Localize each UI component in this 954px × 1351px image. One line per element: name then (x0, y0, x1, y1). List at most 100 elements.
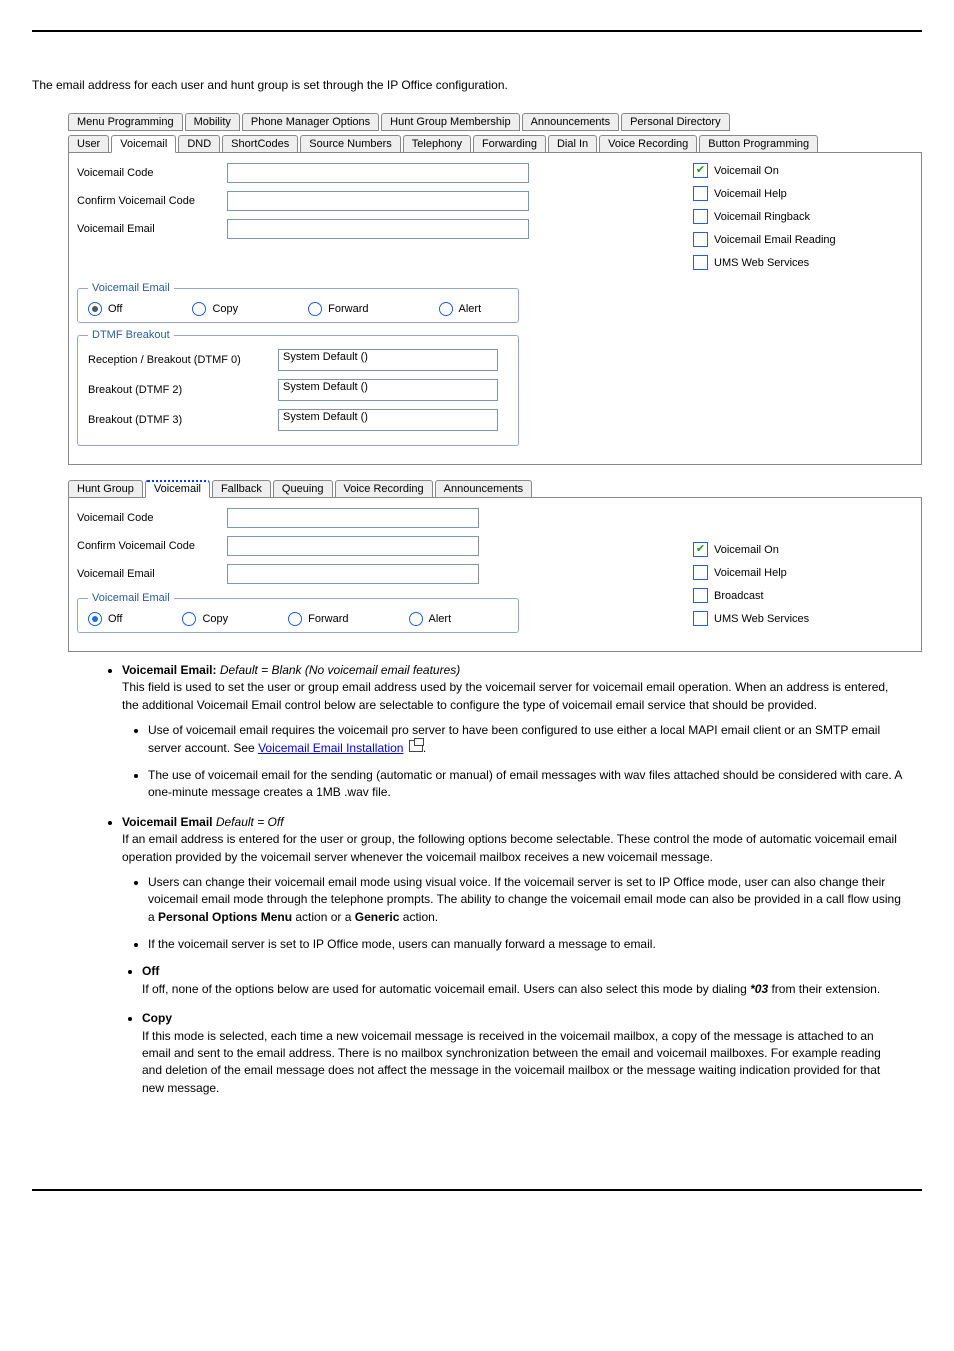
tab-mobility[interactable]: Mobility (185, 113, 240, 131)
dtmf-label: Breakout (DTMF 3) (88, 414, 278, 426)
tab-voice-recording[interactable]: Voice Recording (335, 480, 433, 498)
user-checkbox-ums-web-services[interactable] (693, 255, 708, 270)
user-checkbox-label: UMS Web Services (714, 257, 809, 269)
tab-source-numbers[interactable]: Source Numbers (300, 135, 401, 153)
tab-telephony[interactable]: Telephony (403, 135, 471, 153)
user-checkbox-label: Voicemail On (714, 165, 779, 177)
hg-voicemail-code-label: Voicemail Code (77, 512, 227, 524)
hg-checkbox-label: Broadcast (714, 590, 764, 602)
ve2-title: Voicemail Email (122, 815, 213, 829)
hg-radio-copy[interactable] (182, 612, 196, 626)
user-checkbox-label: Voicemail Ringback (714, 211, 810, 223)
hg-confirm-voicemail-code-input[interactable] (227, 536, 479, 556)
dtmf-select[interactable]: System Default () (278, 379, 498, 401)
tab-voice-recording[interactable]: Voice Recording (599, 135, 697, 153)
user-radio-alert[interactable] (439, 302, 453, 316)
voicemail-code-label: Voicemail Code (77, 167, 227, 179)
ve2-default: Default = Off (216, 815, 284, 829)
hg-radio-label: Alert (429, 613, 452, 625)
user-checkbox-label: Voicemail Help (714, 188, 787, 200)
tab-voicemail[interactable]: Voicemail (145, 480, 210, 498)
user-checkbox-voicemail-email-reading[interactable] (693, 232, 708, 247)
user-checkbox-label: Voicemail Email Reading (714, 234, 836, 246)
user-radio-label: Off (108, 303, 122, 315)
hg-confirm-voicemail-code-label: Confirm Voicemail Code (77, 540, 227, 552)
ve-sub2: The use of voicemail email for the sendi… (148, 767, 902, 802)
huntgroup-panel: Hunt GroupVoicemailFallbackQueuingVoice … (68, 475, 922, 652)
user-radio-off[interactable] (88, 302, 102, 316)
tab-hunt-group-membership[interactable]: Hunt Group Membership (381, 113, 519, 131)
intro-text: The email address for each user and hunt… (32, 76, 922, 94)
tab-hunt-group[interactable]: Hunt Group (68, 480, 143, 498)
ve-para: This field is used to set the user or gr… (122, 680, 888, 711)
hg-radio-forward[interactable] (288, 612, 302, 626)
tab-user[interactable]: User (68, 135, 109, 153)
tab-voicemail[interactable]: Voicemail (111, 135, 176, 153)
voicemail-email-installation-link[interactable]: Voicemail Email Installation (258, 741, 403, 755)
hg-voicemail-email-group-title: Voicemail Email (88, 592, 174, 604)
user-radio-forward[interactable] (308, 302, 322, 316)
ve2-para: If an email address is entered for the u… (122, 832, 897, 863)
voicemail-email-input[interactable] (227, 219, 529, 239)
dtmf-select[interactable]: System Default () (278, 409, 498, 431)
ve-default: Default = Blank (No voicemail email feat… (220, 663, 460, 677)
bottom-rule (32, 1189, 922, 1191)
external-link-icon (409, 740, 423, 752)
hg-checkbox-voicemail-help[interactable] (693, 565, 708, 580)
tab-shortcodes[interactable]: ShortCodes (222, 135, 298, 153)
voicemail-email-group-title: Voicemail Email (88, 282, 174, 294)
user-panel: Menu ProgrammingMobilityPhone Manager Op… (68, 108, 922, 465)
user-checkbox-voicemail-ringback[interactable] (693, 209, 708, 224)
tab-announcements[interactable]: Announcements (435, 480, 533, 498)
tab-menu-programming[interactable]: Menu Programming (68, 113, 183, 131)
hg-checkbox-voicemail-on[interactable]: ✔ (693, 542, 708, 557)
top-rule (32, 30, 922, 32)
hg-voicemail-email-input[interactable] (227, 564, 479, 584)
user-checkbox-voicemail-help[interactable] (693, 186, 708, 201)
confirm-voicemail-code-label: Confirm Voicemail Code (77, 195, 227, 207)
hg-voicemail-code-input[interactable] (227, 508, 479, 528)
tab-phone-manager-options[interactable]: Phone Manager Options (242, 113, 379, 131)
hg-radio-off[interactable] (88, 612, 102, 626)
voicemail-email-label: Voicemail Email (77, 223, 227, 235)
hg-checkbox-label: Voicemail Help (714, 567, 787, 579)
ve2-sub2: If the voicemail server is set to IP Off… (148, 936, 902, 953)
hg-radio-label: Off (108, 613, 122, 625)
user-checkbox-voicemail-on[interactable]: ✔ (693, 163, 708, 178)
hg-checkbox-broadcast[interactable] (693, 588, 708, 603)
documentation: Voicemail Email: Default = Blank (No voi… (102, 662, 902, 1097)
ve2-sub1b: Personal Options Menu (158, 910, 292, 924)
voicemail-code-input[interactable] (227, 163, 529, 183)
off-title: Off (142, 964, 159, 978)
tab-queuing[interactable]: Queuing (273, 480, 333, 498)
tab-dial-in[interactable]: Dial In (548, 135, 597, 153)
hg-radio-label: Copy (202, 613, 228, 625)
off-body1: If off, none of the options below are us… (142, 982, 750, 996)
hg-radio-label: Forward (308, 613, 348, 625)
user-tabs-row1: Menu ProgrammingMobilityPhone Manager Op… (68, 108, 922, 130)
ve2-sub1e: action. (399, 910, 438, 924)
user-radio-label: Copy (212, 303, 238, 315)
dtmf-label: Reception / Breakout (DTMF 0) (88, 354, 278, 366)
hg-tabs: Hunt GroupVoicemailFallbackQueuingVoice … (68, 475, 922, 497)
confirm-voicemail-code-input[interactable] (227, 191, 529, 211)
user-radio-copy[interactable] (192, 302, 206, 316)
tab-button-programming[interactable]: Button Programming (699, 135, 818, 153)
tab-personal-directory[interactable]: Personal Directory (621, 113, 729, 131)
dtmf-label: Breakout (DTMF 2) (88, 384, 278, 396)
tab-dnd[interactable]: DND (178, 135, 220, 153)
ve2-sub1d: Generic (355, 910, 400, 924)
hg-radio-alert[interactable] (409, 612, 423, 626)
hg-checkbox-label: Voicemail On (714, 544, 779, 556)
tab-announcements[interactable]: Announcements (522, 113, 620, 131)
hg-checkbox-label: UMS Web Services (714, 613, 809, 625)
tab-fallback[interactable]: Fallback (212, 480, 271, 498)
hg-checkbox-ums-web-services[interactable] (693, 611, 708, 626)
copy-body: If this mode is selected, each time a ne… (142, 1029, 881, 1095)
dtmf-select[interactable]: System Default () (278, 349, 498, 371)
hg-voicemail-email-label: Voicemail Email (77, 568, 227, 580)
off-body2: from their extension. (768, 982, 880, 996)
copy-title: Copy (142, 1011, 172, 1025)
user-radio-label: Forward (328, 303, 368, 315)
tab-forwarding[interactable]: Forwarding (473, 135, 546, 153)
